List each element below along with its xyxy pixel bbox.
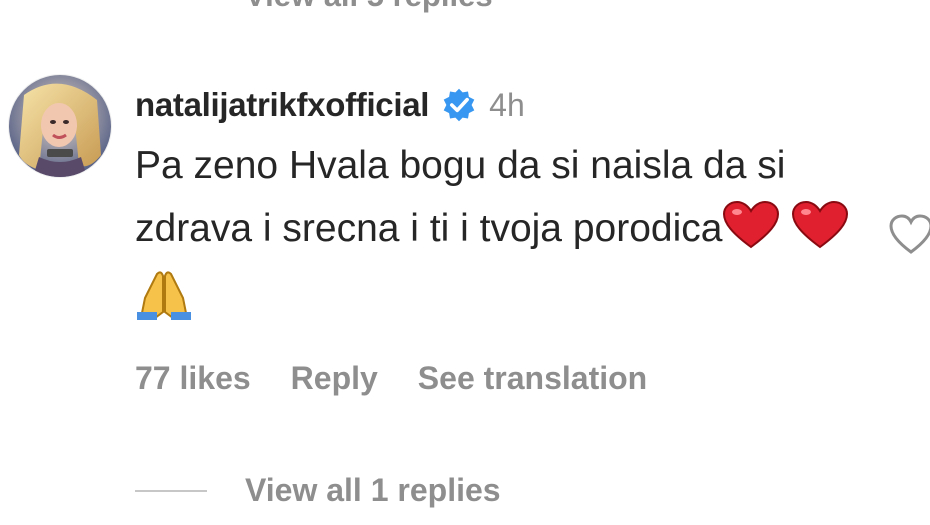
comment-text: Pa zeno Hvala bogu da si naisla da si zd… — [135, 144, 786, 250]
red-heart-emoji-1 — [722, 200, 780, 268]
replies-divider — [135, 489, 207, 492]
likes-count[interactable]: 77 likes — [135, 360, 251, 397]
folded-hands-emoji — [135, 268, 193, 339]
see-translation-button[interactable]: See translation — [418, 360, 647, 397]
view-replies-row: View all 1 replies — [135, 472, 501, 509]
comment-header: natalijatrikfxofficial 4h — [135, 82, 875, 128]
comment-username[interactable]: natalijatrikfxofficial — [135, 86, 429, 124]
heart-outline-icon[interactable] — [888, 214, 930, 256]
avatar[interactable] — [8, 74, 112, 178]
comment: natalijatrikfxofficial 4h Pa zeno Hvala … — [135, 82, 875, 339]
reply-button[interactable]: Reply — [291, 360, 378, 397]
comment-text-block: Pa zeno Hvala bogu da si naisla da si zd… — [135, 134, 875, 339]
view-all-replies-button[interactable]: View all 1 replies — [245, 472, 501, 509]
view-all-replies-previous[interactable]: View all 5 replies — [245, 0, 493, 14]
comment-time: 4h — [489, 86, 525, 123]
verified-badge-icon — [441, 87, 477, 123]
red-heart-emoji-2 — [791, 200, 849, 268]
comment-actions: 77 likes Reply See translation — [135, 360, 647, 397]
